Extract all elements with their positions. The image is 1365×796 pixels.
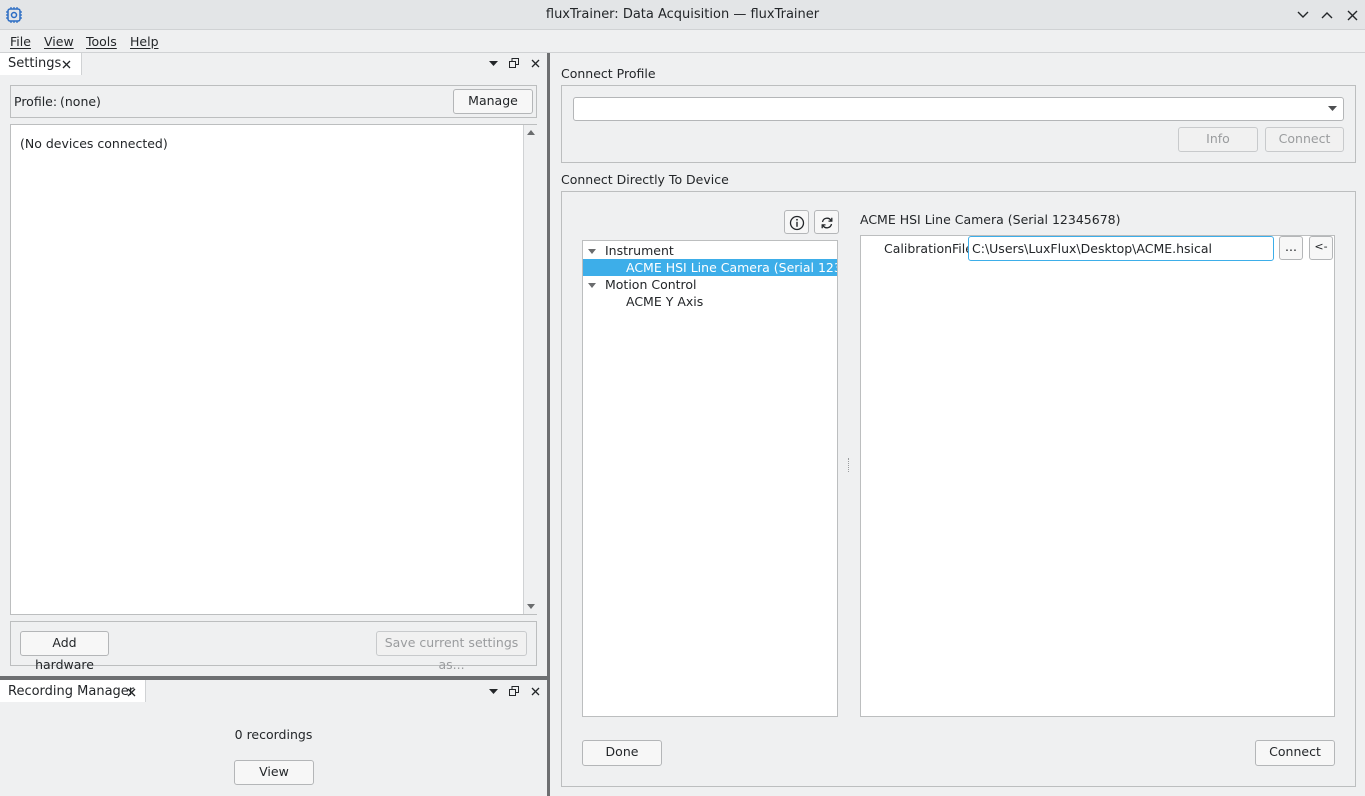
recordings-count: 0 recordings: [234, 727, 313, 742]
device-tree[interactable]: Instrument ACME HSI Line Camera (Serial …: [582, 240, 838, 717]
settings-tab[interactable]: Settings: [0, 53, 82, 75]
tree-group-label: Instrument: [605, 243, 674, 258]
expand-arrow-icon[interactable]: [587, 280, 597, 290]
menu-help[interactable]: Help: [130, 33, 159, 51]
pane-splitter-handle[interactable]: [848, 458, 850, 472]
dock-float-icon[interactable]: [508, 57, 520, 69]
info-button[interactable]: [784, 210, 809, 234]
minimize-icon[interactable]: [1294, 7, 1312, 23]
calibration-file-value: C:\Users\LuxFlux\Desktop\ACME.hsical: [972, 241, 1213, 256]
device-title: ACME HSI Line Camera (Serial 12345678): [860, 212, 1121, 227]
menu-tools-label: Tools: [86, 34, 117, 49]
reset-button[interactable]: <-: [1309, 236, 1333, 260]
dock-close-icon[interactable]: [529, 685, 541, 697]
tree-group-motion-control[interactable]: Motion Control: [583, 276, 837, 293]
menu-file-label: File: [10, 34, 31, 49]
profile-connect-button[interactable]: Connect: [1265, 127, 1344, 152]
settings-actions: Add hardware Save current settings as...: [10, 621, 537, 672]
profile-row: Profile: (none) Manage: [10, 85, 537, 118]
connect-direct-heading: Connect Directly To Device: [561, 172, 729, 187]
manage-button[interactable]: Manage: [453, 89, 533, 114]
browse-button[interactable]: ...: [1279, 236, 1303, 260]
tree-item-label: ACME Y Axis: [626, 294, 704, 309]
close-tab-icon[interactable]: [60, 58, 72, 70]
close-icon[interactable]: [1343, 6, 1361, 24]
device-list[interactable]: (No devices connected): [10, 124, 537, 615]
connect-profile-group: Info Connect: [561, 85, 1356, 163]
profile-label: Profile:: [14, 94, 58, 109]
connect-device-button[interactable]: Connect: [1255, 740, 1335, 766]
profile-info-button[interactable]: Info: [1178, 127, 1258, 152]
menu-tools[interactable]: Tools: [86, 33, 117, 51]
title-bar: fluxTrainer: Data Acquisition — fluxTrai…: [0, 0, 1365, 30]
menu-view-label: View: [44, 34, 74, 49]
device-properties: CalibrationFile C:\Users\LuxFlux\Desktop…: [860, 235, 1335, 717]
menu-file[interactable]: File: [10, 33, 31, 51]
dock-close-icon[interactable]: [529, 57, 541, 69]
scroll-down-icon[interactable]: [526, 601, 536, 611]
connect-direct-group: Instrument ACME HSI Line Camera (Serial …: [561, 191, 1356, 787]
connect-profile-heading: Connect Profile: [561, 66, 656, 81]
maximize-icon[interactable]: [1318, 7, 1336, 23]
tree-item[interactable]: ACME Y Axis: [583, 293, 837, 310]
recording-tab[interactable]: Recording Manager: [0, 680, 146, 702]
refresh-button[interactable]: [814, 210, 839, 234]
dock-float-icon[interactable]: [508, 685, 520, 697]
add-hardware-button[interactable]: Add hardware: [20, 631, 109, 672]
profile-select[interactable]: [573, 97, 1344, 121]
scroll-up-icon[interactable]: [526, 127, 536, 137]
vertical-scrollbar[interactable]: [523, 125, 537, 614]
refresh-icon: [818, 214, 835, 231]
calibration-file-input[interactable]: C:\Users\LuxFlux\Desktop\ACME.hsical: [968, 236, 1274, 261]
window-title: fluxTrainer: Data Acquisition — fluxTrai…: [545, 7, 820, 22]
chevron-down-icon: [1326, 104, 1338, 114]
expand-arrow-icon[interactable]: [587, 246, 597, 256]
dock-splitter-vertical[interactable]: [547, 53, 550, 796]
recording-dock: Recording Manager 0 recordings View: [0, 680, 547, 796]
tree-group-label: Motion Control: [605, 277, 697, 292]
close-tab-icon[interactable]: [125, 686, 137, 698]
menu-view[interactable]: View: [44, 33, 74, 51]
tree-item-label: ACME HSI Line Camera (Serial 1234...: [626, 260, 837, 275]
settings-tab-title: Settings: [8, 56, 62, 71]
menu-help-label: Help: [130, 34, 159, 49]
profile-value: (none): [60, 94, 101, 109]
tree-group-instrument[interactable]: Instrument: [583, 242, 837, 259]
settings-dock: Settings Profile: (none) Manage (No devi…: [0, 53, 547, 676]
save-settings-button[interactable]: Save current settings as...: [376, 631, 527, 672]
dock-menu-icon[interactable]: [487, 58, 499, 70]
calibration-file-label: CalibrationFile: [884, 241, 973, 256]
no-devices-text: (No devices connected): [20, 136, 168, 151]
dock-menu-icon[interactable]: [487, 686, 499, 698]
done-button[interactable]: Done: [582, 740, 662, 766]
view-recordings-button[interactable]: View: [234, 760, 314, 785]
tree-item-selected[interactable]: ACME HSI Line Camera (Serial 1234...: [583, 259, 837, 276]
recording-tab-title: Recording Manager: [8, 684, 135, 699]
info-icon: [788, 214, 805, 231]
